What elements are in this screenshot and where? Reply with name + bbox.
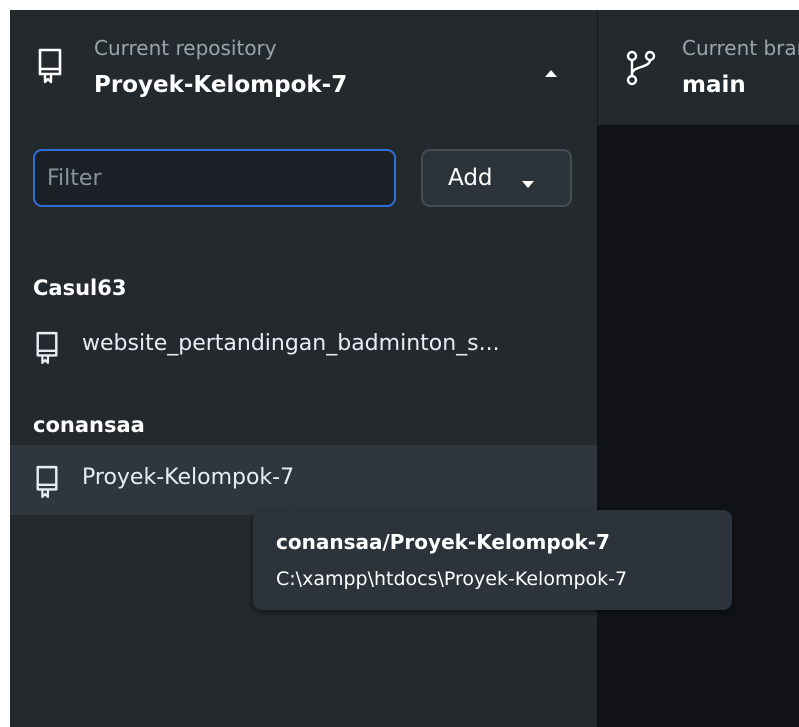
add-button[interactable]: Add [421, 149, 572, 207]
git-branch-icon [624, 50, 658, 90]
current-repository-name: Proyek-Kelompok-7 [94, 72, 348, 98]
tooltip-path: C:\xampp\htdocs\Proyek-Kelompok-7 [276, 568, 628, 590]
repository-dropdown-panel: Add Casul63 website_pertandingan_badmint… [10, 125, 597, 727]
current-repository-label: Current repository [94, 36, 277, 60]
repository-name: Proyek-Kelompok-7 [82, 465, 295, 490]
current-repository-button[interactable]: Current repository Proyek-Kelompok-7 [10, 10, 597, 125]
filter-input[interactable] [33, 149, 396, 207]
repository-name: website_pertandingan_badminton_s... [82, 331, 500, 356]
caret-down-icon [520, 175, 536, 194]
tooltip-title: conansaa/Proyek-Kelompok-7 [276, 530, 610, 554]
repo-icon [34, 331, 60, 369]
current-branch-button[interactable]: Current branch main [597, 10, 799, 125]
repo-icon [36, 48, 64, 88]
group-header-conansaa: conansaa [33, 413, 145, 437]
repository-list-item-selected[interactable]: Proyek-Kelompok-7 [10, 445, 597, 515]
repository-list-item[interactable]: website_pertandingan_badminton_s... [10, 311, 597, 381]
add-button-label: Add [448, 165, 493, 191]
app-window: Current repository Proyek-Kelompok-7 Cur… [10, 10, 799, 727]
caret-up-icon [543, 63, 559, 82]
tooltip-arrow [283, 501, 301, 510]
repo-icon [34, 465, 60, 503]
repository-tooltip: conansaa/Proyek-Kelompok-7 C:\xampp\htdo… [253, 501, 732, 610]
group-header-casul63: Casul63 [33, 276, 127, 300]
current-branch-name: main [682, 72, 746, 98]
current-branch-label: Current branch [682, 36, 799, 60]
